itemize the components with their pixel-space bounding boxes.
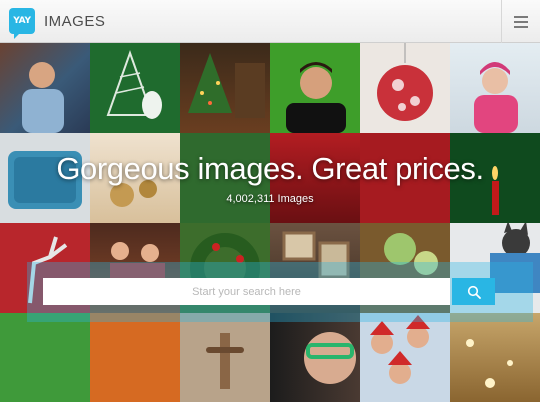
yay-logo[interactable]: YAY — [9, 8, 35, 39]
photo-tile-man-brick-wall — [0, 43, 90, 133]
brand-name[interactable]: IMAGES — [44, 13, 105, 30]
logo-text: YAY — [13, 16, 31, 26]
hamburger-icon — [514, 15, 528, 18]
image-count: 4,002,311 Images — [226, 193, 314, 205]
menu-button[interactable] — [501, 0, 540, 43]
photo-tile-girl-snow — [450, 43, 540, 133]
search-button[interactable] — [452, 278, 495, 305]
image-mosaic — [0, 43, 540, 402]
photo-tile-family-santa — [360, 313, 450, 402]
photo-tile-green-texture — [0, 313, 90, 402]
top-bar: YAY IMAGES — [0, 0, 540, 43]
photo-tile-xmas-tree-sketch — [90, 43, 180, 133]
photo-tile-golden-bokeh — [450, 313, 540, 402]
photo-tile-woman-glasses — [270, 313, 360, 402]
photo-tile-orange-texture — [90, 313, 180, 402]
photo-tile-businessman — [270, 43, 360, 133]
hero-title: Gorgeous images. Great prices. — [56, 151, 484, 186]
photo-tile-ornament-ball — [360, 43, 450, 133]
photo-tile-xmas-room — [180, 43, 270, 133]
photo-tile-knit-sweater — [180, 313, 270, 402]
search-icon — [467, 285, 481, 299]
search-input[interactable] — [43, 278, 450, 305]
